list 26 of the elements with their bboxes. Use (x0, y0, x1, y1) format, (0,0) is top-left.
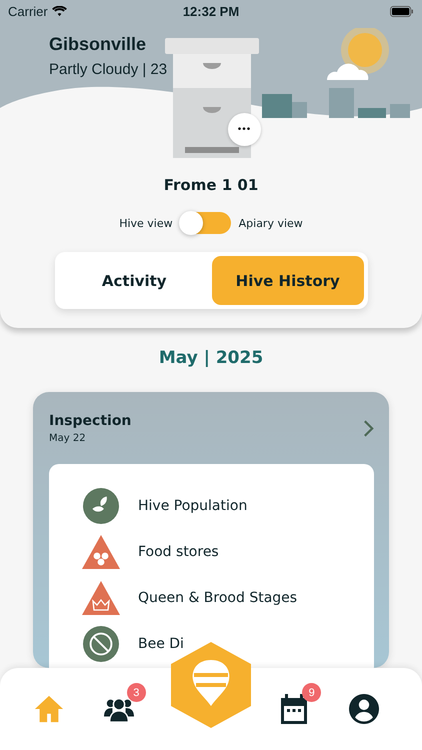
status-time: 12:32 PM (182, 4, 240, 18)
city-name: Gibsonville (49, 34, 148, 55)
notification-badge: 9 (302, 683, 322, 702)
inspection-item: Hive Population (138, 498, 248, 514)
home-icon (34, 694, 64, 724)
view-toggle[interactable] (180, 212, 231, 234)
month-heading: May | 2025 (158, 348, 264, 368)
toggle-label: Apiary view (238, 216, 303, 230)
wifi-icon (52, 6, 67, 16)
carrier-label: Carrier (8, 4, 48, 18)
weather-summary: Partly Cloudy | 23 (49, 61, 168, 78)
notification-badge: 3 (126, 683, 146, 702)
inspection-item: Bee Di (138, 636, 184, 652)
profile-icon (349, 694, 380, 724)
inspection-item: Queen & Brood Stages (138, 590, 298, 606)
battery-icon (390, 6, 414, 16)
chevron-right-icon[interactable] (363, 418, 374, 438)
calendar-icon (279, 694, 310, 724)
card-date: May 22 (49, 432, 87, 444)
tab[interactable]: Activity (58, 256, 210, 305)
toggle-label: Hive view (119, 216, 173, 230)
hive-name: Frome 1 01 (164, 176, 258, 194)
inspection-card[interactable]: Inspection May 22 Hive Population Food stores Queen & Brood Stages Bee Di (33, 392, 389, 668)
card-title: Inspection (49, 412, 132, 428)
inspection-item: Food stores (138, 544, 219, 560)
tab[interactable]: Hive History (212, 256, 364, 305)
